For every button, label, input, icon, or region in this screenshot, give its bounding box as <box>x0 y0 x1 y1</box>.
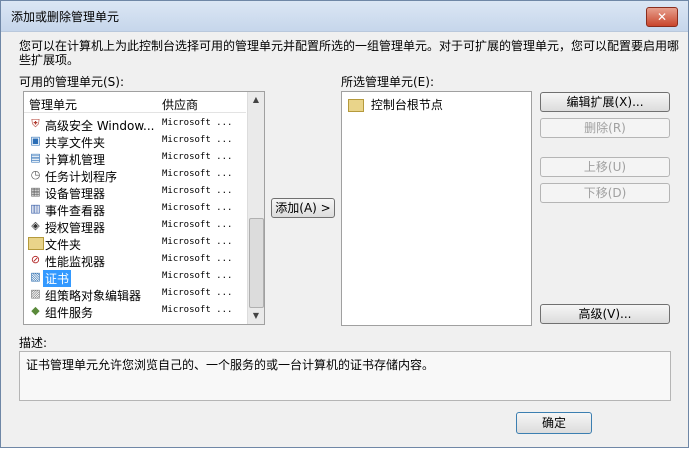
component-icon: ◆ <box>31 304 40 317</box>
list-item[interactable]: ◷ 任务计划程序 Microsoft ... <box>24 167 246 184</box>
performance-icon: ⊘ <box>30 253 41 266</box>
shield-icon: ⛨ <box>31 117 40 130</box>
column-header-vendor[interactable]: 供应商 <box>162 96 198 113</box>
tree-item-console-root[interactable]: 控制台根节点 <box>348 96 443 113</box>
advanced-button[interactable]: 高级(V)... <box>540 304 670 324</box>
selected-snapins-list[interactable]: 控制台根节点 <box>341 91 532 326</box>
window-title: 添加或删除管理单元 <box>11 10 120 24</box>
list-item[interactable]: ▥ 事件查看器 Microsoft ... <box>24 201 246 218</box>
list-item[interactable]: ⊘ 性能监视器 Microsoft ... <box>24 252 246 269</box>
description-box: 证书管理单元允许您浏览自己的、一个服务的或一台计算机的证书存储内容。 <box>19 351 671 401</box>
policy-icon: ▨ <box>30 287 41 300</box>
certificate-icon: ▧ <box>30 270 41 283</box>
edit-extensions-button[interactable]: 编辑扩展(X)... <box>540 92 670 112</box>
list-item[interactable]: ▣ 共享文件夹 Microsoft ... <box>24 133 246 150</box>
list-item[interactable]: ⛨ 高级安全 Window... Microsoft ... <box>24 116 246 133</box>
title-bar[interactable]: 添加或删除管理单元 ✕ <box>1 1 688 32</box>
add-button[interactable]: 添加(A) > <box>271 198 335 218</box>
available-snapins-list[interactable]: 管理单元 供应商 ⛨ 高级安全 Window... Microsoft ... … <box>23 91 265 325</box>
vertical-scrollbar[interactable]: ▲ ▼ <box>247 92 264 324</box>
column-header-name[interactable]: 管理单元 <box>29 96 77 113</box>
folder-icon <box>348 99 364 112</box>
list-item[interactable]: ▨ 组策略对象编辑器 Microsoft ... <box>24 286 246 303</box>
move-up-button[interactable]: 上移(U) <box>540 157 670 177</box>
list-item[interactable]: ◆ 组件服务 Microsoft ... <box>24 303 246 320</box>
computer-management-icon: ▤ <box>30 151 41 164</box>
delete-button[interactable]: 删除(R) <box>540 118 670 138</box>
authorization-icon: ◈ <box>31 219 40 232</box>
available-snapins-label: 可用的管理单元(S): <box>19 75 125 89</box>
device-icon: ▦ <box>30 185 41 198</box>
folder-icon <box>28 236 44 250</box>
scroll-up-icon[interactable]: ▲ <box>248 92 264 108</box>
selected-snapins-label: 所选管理单元(E): <box>341 75 434 89</box>
add-remove-snapin-dialog: 添加或删除管理单元 ✕ 您可以在计算机上为此控制台选择可用的管理单元并配置所选的… <box>0 0 689 448</box>
move-down-button[interactable]: 下移(D) <box>540 183 670 203</box>
list-item[interactable]: 文件夹 Microsoft ... <box>24 235 246 252</box>
description-text: 证书管理单元允许您浏览自己的、一个服务的或一台计算机的证书存储内容。 <box>26 358 435 372</box>
scroll-down-icon[interactable]: ▼ <box>248 308 264 324</box>
description-label: 描述: <box>19 336 48 350</box>
scroll-thumb[interactable] <box>249 218 264 308</box>
list-header: 管理单元 供应商 <box>24 92 246 113</box>
list-item-selected[interactable]: ▧ 证书 Microsoft ... <box>24 269 246 287</box>
clock-icon: ◷ <box>30 168 41 181</box>
list-item[interactable]: ▦ 设备管理器 Microsoft ... <box>24 184 246 201</box>
shared-folder-icon: ▣ <box>30 134 41 147</box>
event-icon: ▥ <box>30 202 41 215</box>
list-item[interactable]: ▤ 计算机管理 Microsoft ... <box>24 150 246 167</box>
ok-button[interactable]: 确定 <box>516 412 592 434</box>
intro-text: 您可以在计算机上为此控制台选择可用的管理单元并配置所选的一组管理单元。对于可扩展… <box>19 39 680 67</box>
list-item[interactable]: ◈ 授权管理器 Microsoft ... <box>24 218 246 235</box>
close-button[interactable]: ✕ <box>646 7 678 27</box>
